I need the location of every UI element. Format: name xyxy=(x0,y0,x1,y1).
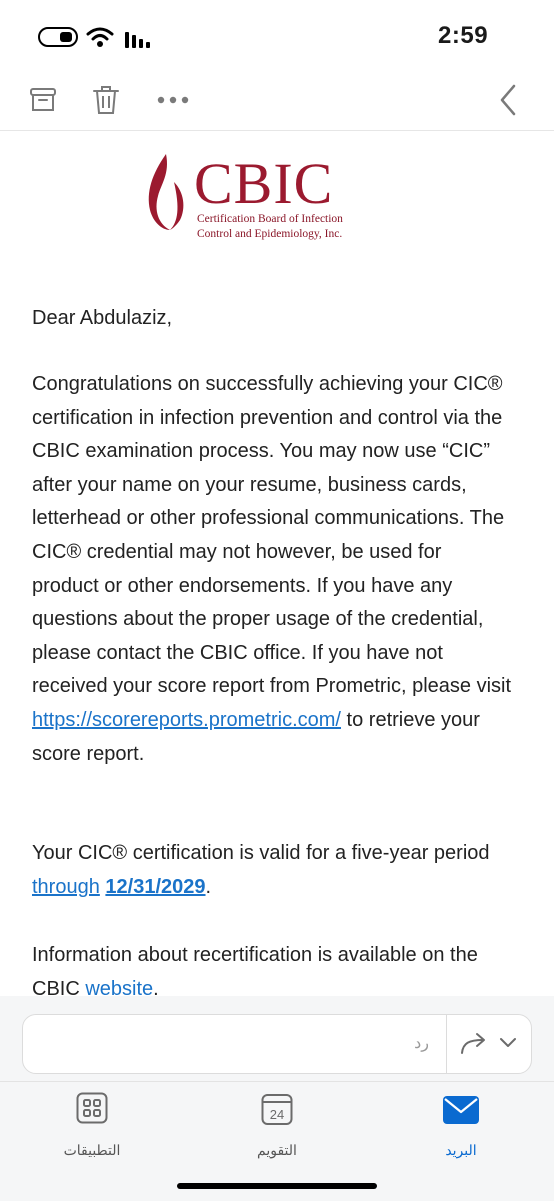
more-icon xyxy=(157,96,189,104)
flame-icon xyxy=(148,154,184,230)
archive-icon xyxy=(30,88,56,111)
reply-divider xyxy=(446,1015,447,1073)
status-bar: 2:59 xyxy=(0,0,554,70)
signal-icon xyxy=(125,32,150,48)
email-body: CBIC Certification Board of Infection Co… xyxy=(0,130,554,996)
focus-mode-icon xyxy=(38,27,78,47)
reply-placeholder: رد xyxy=(414,1035,429,1052)
chevron-right-icon xyxy=(500,84,516,116)
archive-button[interactable] xyxy=(23,80,63,120)
back-button[interactable] xyxy=(488,80,528,120)
validity-paragraph: Your CIC® certification is valid for a f… xyxy=(32,842,490,898)
tab-mail[interactable]: البريد xyxy=(406,1092,516,1162)
more-button[interactable] xyxy=(153,80,193,120)
greeting: Dear Abdulaziz, xyxy=(32,307,173,329)
cbic-logo: CBIC Certification Board of Infection Co… xyxy=(140,150,360,250)
score-report-link[interactable]: https://scorereports.prometric.com/ xyxy=(32,709,341,731)
validity-date-link[interactable]: 12/31/2029 xyxy=(105,876,205,898)
home-indicator xyxy=(177,1183,377,1189)
logo-wordmark: CBIC xyxy=(194,151,334,216)
apps-icon xyxy=(76,1092,108,1124)
tab-apps[interactable]: التطبيقات xyxy=(37,1092,147,1162)
website-link[interactable]: website xyxy=(85,978,153,996)
calendar-day: 24 xyxy=(270,1107,284,1122)
wifi-icon xyxy=(86,27,114,47)
reply-input[interactable]: رد xyxy=(22,1014,532,1074)
trash-icon xyxy=(93,86,119,114)
tab-apps-label: التطبيقات xyxy=(63,1142,121,1158)
forward-icon[interactable] xyxy=(459,1031,489,1057)
logo-subtitle: Certification Board of Infection Control… xyxy=(197,213,343,240)
congratulations-paragraph: Congratulations on successfully achievin… xyxy=(32,373,512,765)
message-toolbar xyxy=(0,70,554,131)
through-link[interactable]: through xyxy=(32,876,100,898)
mail-icon xyxy=(443,1096,479,1124)
calendar-icon: 24 xyxy=(261,1094,293,1125)
tab-calendar[interactable]: 24 التقويم xyxy=(222,1092,332,1162)
recertification-paragraph: Information about recertification is ava… xyxy=(32,939,512,996)
clock: 2:59 xyxy=(438,22,489,49)
delete-button[interactable] xyxy=(86,80,126,120)
tab-calendar-label: التقويم xyxy=(257,1142,297,1158)
tab-mail-label: البريد xyxy=(445,1142,477,1158)
quick-reply-bar: رد xyxy=(0,996,554,1081)
chevron-down-icon[interactable] xyxy=(499,1037,517,1049)
